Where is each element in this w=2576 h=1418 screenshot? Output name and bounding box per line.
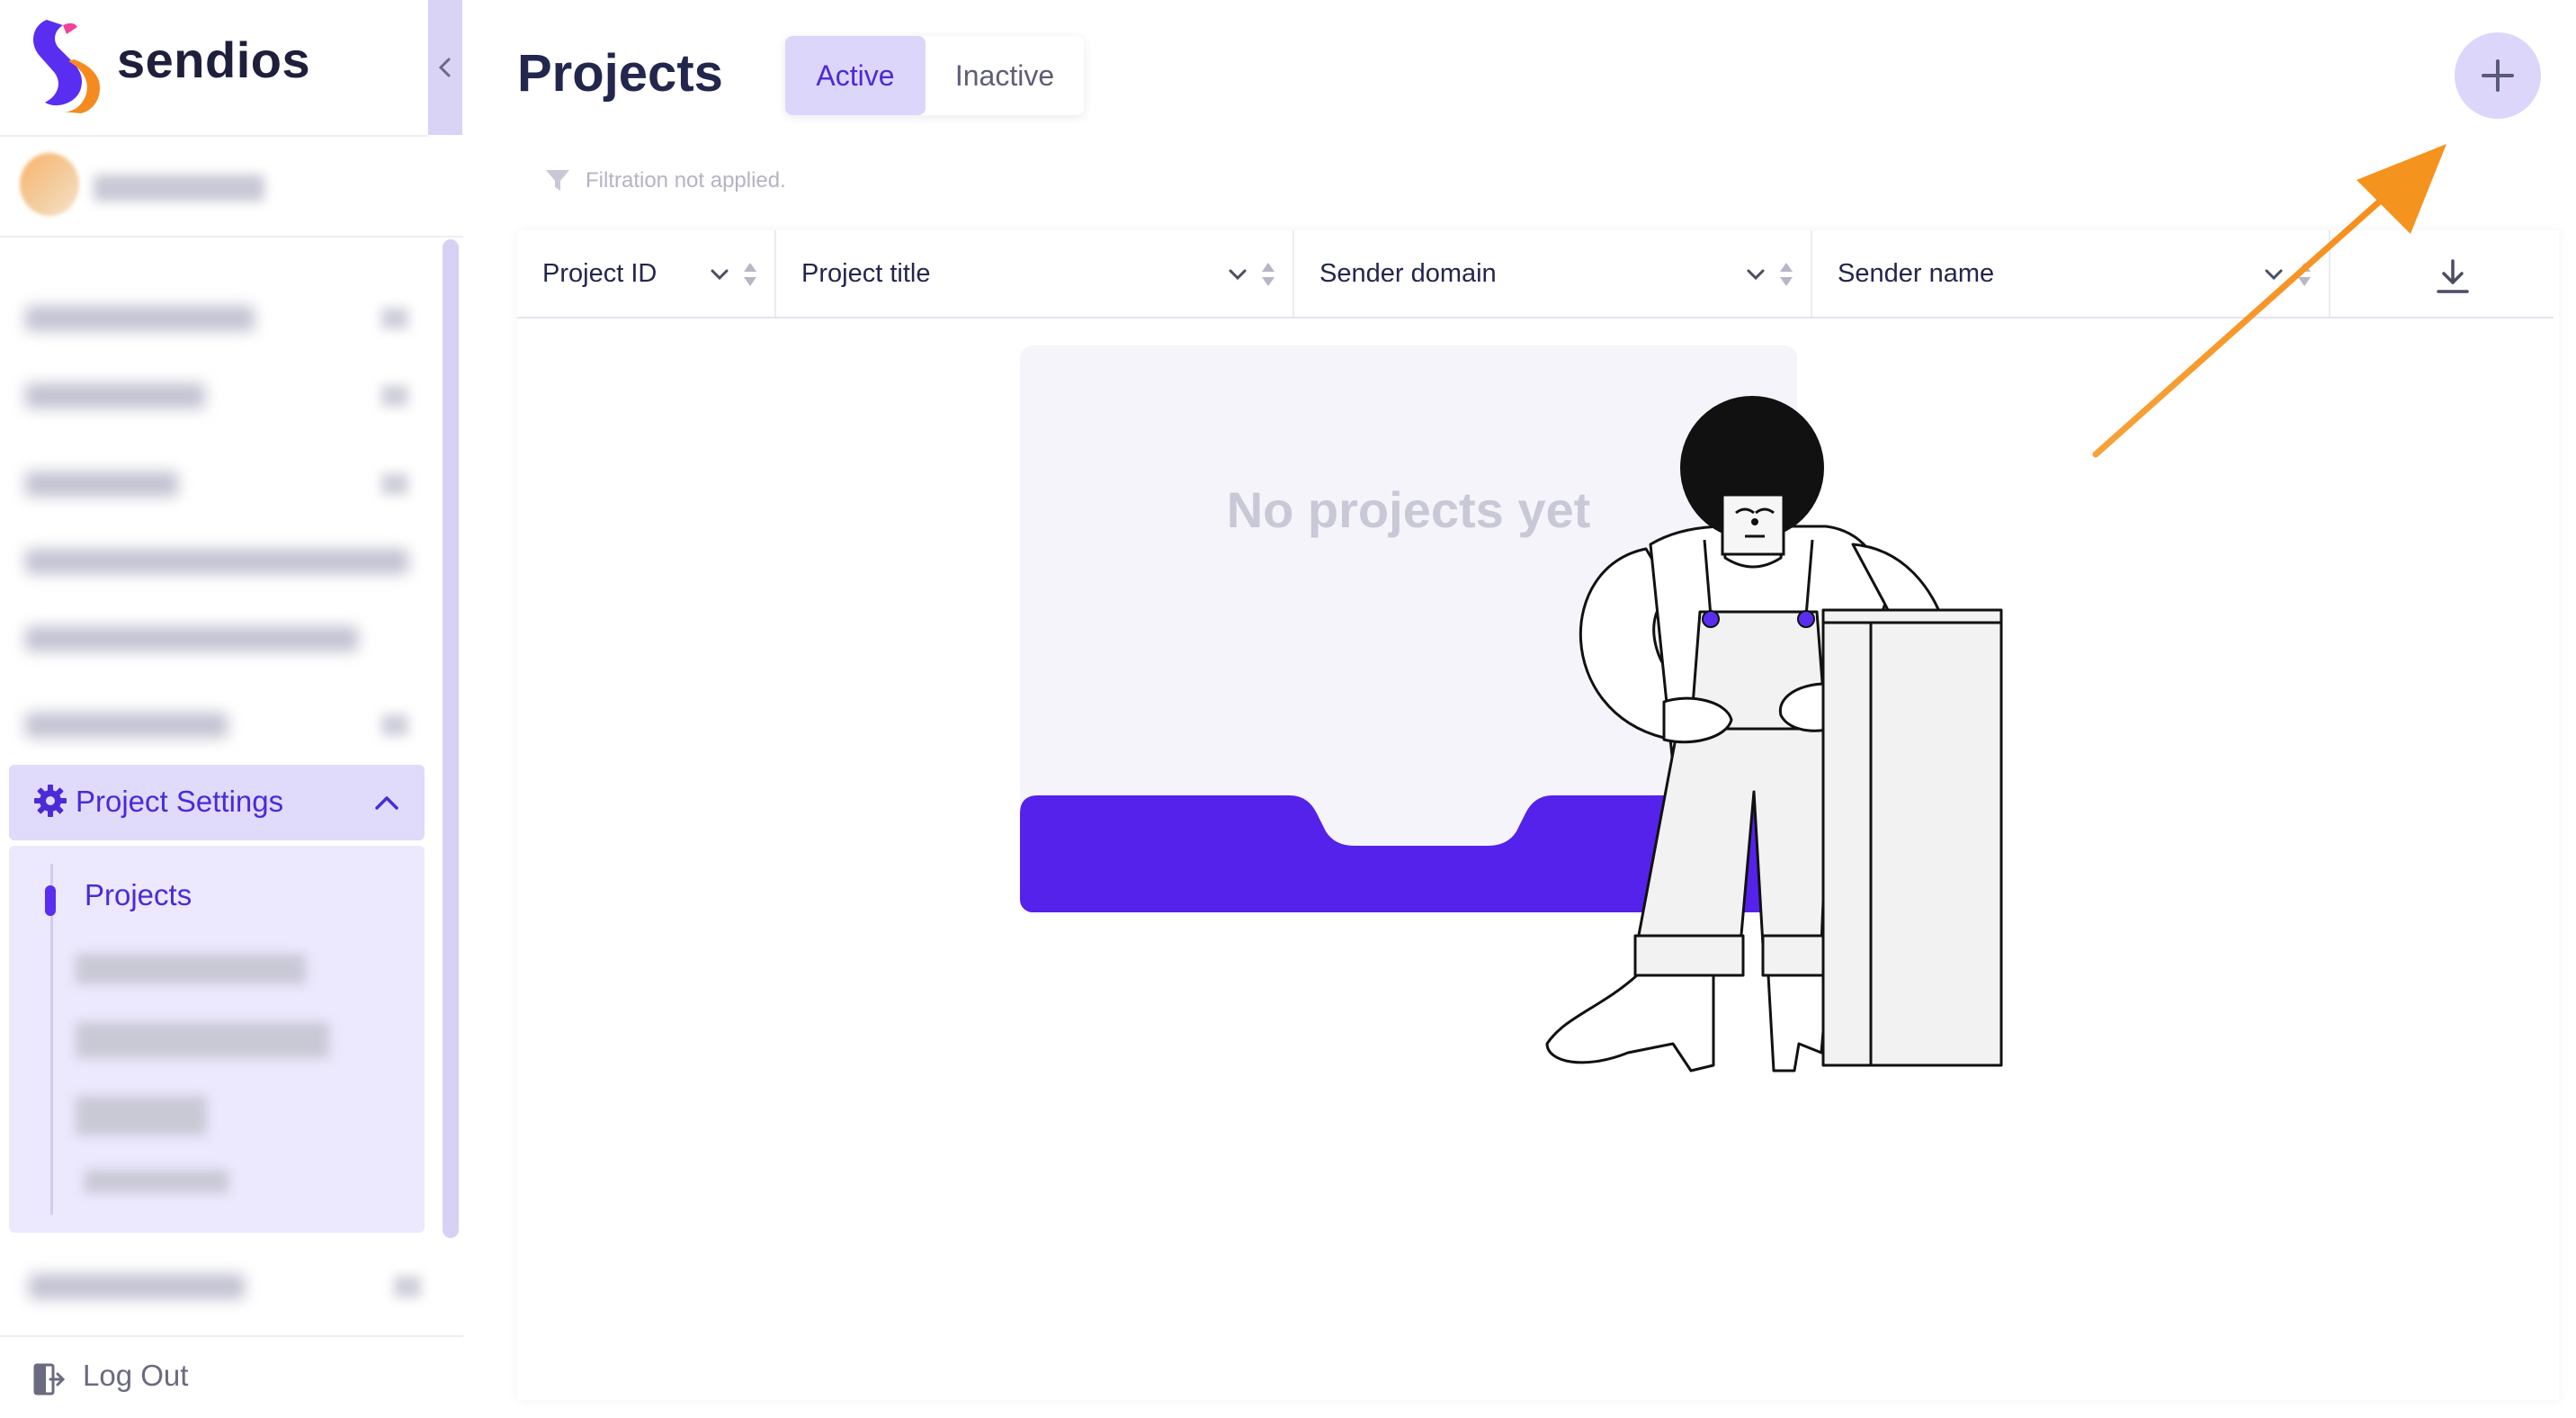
column-label: Project title [801, 258, 931, 288]
sidebar: sendios Project Settings Projects Log Ou… [0, 0, 463, 1416]
sidebar-item-redacted[interactable] [25, 700, 408, 750]
download-icon[interactable] [2433, 257, 2473, 297]
filter-status-text: Filtration not applied. [586, 168, 786, 193]
sidebar-submenu: Projects [9, 846, 425, 1233]
submenu-item-redacted[interactable] [85, 1170, 228, 1193]
sidebar-section-label: Project Settings [76, 785, 284, 818]
column-label: Sender domain [1319, 258, 1497, 288]
sidebar-scrollbar[interactable] [443, 239, 459, 1238]
gear-icon [34, 785, 67, 817]
person-illustration [1545, 396, 2003, 1072]
tab-inactive[interactable]: Inactive [926, 36, 1084, 115]
filter-status: Filtration not applied. [544, 167, 786, 194]
plus-icon [2482, 59, 2514, 92]
submenu-item-redacted[interactable] [76, 1022, 329, 1058]
chevron-up-icon [375, 796, 398, 810]
funnel-icon [546, 170, 569, 191]
sidebar-item-redacted[interactable] [25, 536, 408, 587]
user-profile[interactable] [0, 137, 463, 238]
submenu-item-redacted[interactable] [76, 1096, 207, 1135]
logout-button[interactable]: Log Out [0, 1335, 463, 1418]
sidebar-item-redacted[interactable] [25, 459, 408, 509]
sort-icon[interactable] [1260, 261, 1276, 288]
column-project-id[interactable]: Project ID [517, 230, 776, 317]
table-header: Project ID Project title Sender domain S… [517, 230, 2554, 319]
logout-label: Log Out [83, 1359, 189, 1392]
sort-icon[interactable] [1778, 261, 1794, 288]
column-label: Sender name [1838, 258, 1995, 288]
column-sender-name[interactable]: Sender name [1812, 230, 2330, 317]
logo-row: sendios [0, 0, 428, 137]
status-tabs: Active Inactive [785, 36, 1084, 115]
submenu-guide-line [50, 864, 53, 1215]
chevron-left-icon [438, 58, 451, 77]
sidebar-item-redacted[interactable] [29, 1261, 421, 1312]
tab-active[interactable]: Active [785, 36, 926, 115]
column-project-title[interactable]: Project title [776, 230, 1294, 317]
logout-icon [33, 1363, 65, 1396]
sendios-logo-icon [33, 20, 101, 113]
sort-icon[interactable] [2296, 261, 2312, 288]
sidebar-item-redacted[interactable] [25, 293, 408, 344]
chevron-down-icon[interactable] [710, 268, 729, 281]
avatar [20, 153, 79, 216]
column-label: Project ID [542, 258, 657, 288]
sidebar-item-redacted[interactable] [25, 614, 408, 664]
sidebar-collapse-button[interactable] [428, 0, 462, 135]
page-title: Projects [517, 44, 723, 103]
sidebar-item-projects[interactable]: Projects [85, 878, 192, 912]
chevron-down-icon[interactable] [1228, 268, 1248, 281]
submenu-item-redacted[interactable] [76, 954, 306, 984]
brand-name: sendios [117, 31, 311, 88]
user-name-redacted [94, 175, 264, 202]
chevron-down-icon[interactable] [1746, 268, 1766, 281]
column-sender-domain[interactable]: Sender domain [1294, 230, 1812, 317]
sidebar-item-redacted[interactable] [25, 371, 408, 421]
add-project-button[interactable] [2455, 32, 2541, 119]
sidebar-section-project-settings[interactable]: Project Settings [9, 765, 425, 840]
chevron-down-icon[interactable] [2264, 268, 2284, 281]
active-indicator [45, 885, 56, 916]
sort-icon[interactable] [742, 261, 758, 288]
